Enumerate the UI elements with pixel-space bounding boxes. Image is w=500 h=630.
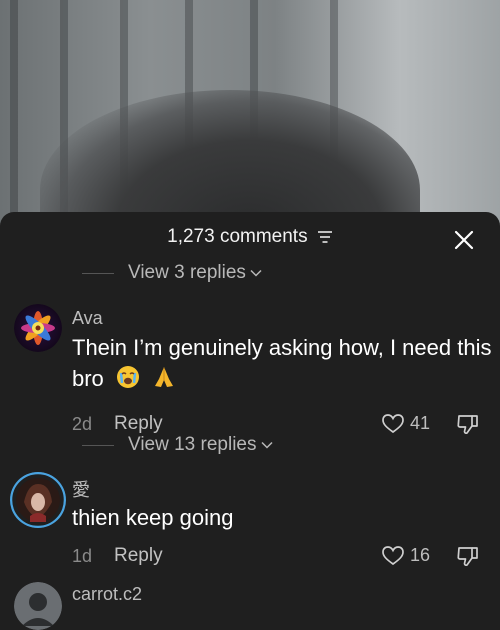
filter-icon[interactable]: [317, 230, 333, 244]
view-replies-label: View 3 replies: [128, 262, 246, 283]
reply-button[interactable]: Reply: [114, 413, 163, 435]
avatar[interactable]: [14, 304, 62, 352]
like-count: 41: [410, 413, 431, 433]
like-count: 16: [410, 545, 431, 565]
heart-icon: [382, 545, 404, 565]
comments-header: 1,273 comments: [0, 226, 500, 248]
thread-divider: [82, 272, 114, 274]
comment-username[interactable]: 愛: [72, 476, 90, 502]
heart-icon: [382, 413, 404, 433]
comments-sheet: 1,273 comments View 3 replies Ava Thein …: [0, 212, 500, 630]
avatar[interactable]: [10, 472, 66, 528]
comment-text: thien keep going: [72, 502, 492, 533]
comment-age: 1d: [72, 546, 93, 566]
dislike-icon[interactable]: [456, 545, 480, 567]
like-button[interactable]: 41: [382, 413, 430, 434]
reply-button[interactable]: Reply: [114, 545, 163, 567]
close-icon[interactable]: [452, 228, 476, 252]
like-button[interactable]: 16: [382, 545, 430, 566]
comment-count: 1,273 comments: [167, 226, 308, 247]
avatar-photo: [14, 582, 62, 630]
chevron-down-icon: [260, 441, 273, 449]
crying-face-icon: [116, 366, 139, 388]
comment-username[interactable]: Ava: [72, 308, 103, 329]
comment-body: thien keep going: [72, 505, 234, 530]
avatar[interactable]: [14, 582, 62, 630]
comment-username[interactable]: carrot.c2: [72, 584, 142, 605]
thread-divider: [82, 444, 114, 446]
chevron-down-icon: [250, 269, 262, 277]
comment-age: 2d: [72, 414, 93, 434]
avatar-photo: [10, 472, 66, 528]
comment-text: Thein I’m genuinely asking how, I need t…: [72, 332, 492, 394]
view-replies-button[interactable]: View 13 replies: [82, 434, 273, 456]
view-replies-button[interactable]: View 3 replies: [82, 262, 262, 284]
video-frame[interactable]: [0, 0, 500, 240]
dislike-icon[interactable]: [456, 413, 480, 435]
view-replies-label: View 13 replies: [128, 434, 257, 455]
folded-hands-icon: [155, 367, 174, 387]
flower-icon: [14, 304, 62, 352]
